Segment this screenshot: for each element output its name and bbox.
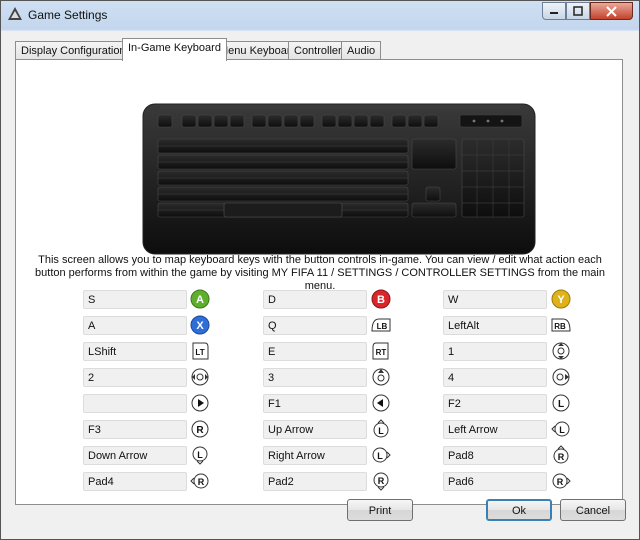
tab-display-configuration[interactable]: Display Configuration [15, 41, 132, 60]
minimize-button[interactable] [542, 2, 566, 20]
maximize-button[interactable] [566, 2, 590, 20]
b-button-icon: B [371, 289, 391, 309]
key-field-right-stick-click[interactable] [83, 420, 187, 439]
right-stick-right-icon: R [552, 473, 571, 489]
svg-text:R: R [557, 477, 564, 487]
window-title: Game Settings [28, 8, 108, 22]
x-button-icon: X [190, 315, 210, 335]
a-button-icon: A [190, 289, 210, 309]
cancel-button[interactable]: Cancel [560, 499, 626, 521]
tab-in-game-keyboard[interactable]: In-Game Keyboard [122, 38, 227, 61]
key-field-left-stick-down[interactable] [83, 446, 187, 465]
key-field-x-button[interactable] [83, 316, 187, 335]
close-icon [606, 5, 617, 17]
key-field-dpad-right[interactable] [443, 368, 547, 387]
instructions-text: This screen allows you to map keyboard k… [35, 254, 605, 292]
svg-text:Y: Y [557, 294, 565, 306]
key-field-y-button[interactable] [443, 290, 547, 309]
key-field-b-button[interactable] [263, 290, 367, 309]
key-field-left-stick-right[interactable] [263, 446, 367, 465]
svg-text:L: L [377, 451, 383, 461]
svg-text:R: R [558, 452, 565, 462]
svg-text:LB: LB [377, 322, 388, 331]
svg-text:R: R [196, 425, 204, 436]
svg-text:A: A [196, 294, 204, 306]
key-field-right-stick-left[interactable] [83, 472, 187, 491]
left-stick-down-icon: L [192, 446, 208, 465]
tab-audio[interactable]: Audio [341, 41, 382, 60]
rb-bumper-icon: RB [551, 318, 571, 332]
right-stick-click-icon: R [191, 420, 209, 438]
svg-text:L: L [378, 426, 384, 436]
app-icon [8, 7, 22, 20]
maximize-icon [573, 6, 583, 16]
key-field-left-stick-up[interactable] [263, 420, 367, 439]
key-field-dpad-left-right[interactable] [83, 368, 187, 387]
key-field-dpad-up-down[interactable] [443, 342, 547, 361]
keyboard-image [142, 103, 536, 255]
minimize-icon [550, 12, 558, 14]
key-field-rb-bumper[interactable] [443, 316, 547, 335]
dialog-client-area: Display Configuration In-Game Keyboard M… [9, 31, 631, 531]
lb-bumper-icon: LB [371, 318, 391, 332]
key-field-right-stick-down[interactable] [263, 472, 367, 491]
in-game-keyboard-panel: This screen allows you to map keyboard k… [15, 59, 623, 505]
dpad-left-right-icon [191, 368, 209, 386]
key-field-dpad-up[interactable] [263, 368, 367, 387]
key-field-start-button[interactable] [83, 394, 187, 413]
key-field-back-button[interactable] [263, 394, 367, 413]
ok-button[interactable]: Ok [486, 499, 552, 521]
key-field-right-stick-up[interactable] [443, 446, 547, 465]
key-field-lb-bumper[interactable] [263, 316, 367, 335]
left-stick-up-icon: L [373, 419, 389, 438]
svg-text:X: X [196, 320, 204, 332]
svg-text:RT: RT [376, 348, 387, 357]
key-field-left-stick-left[interactable] [443, 420, 547, 439]
game-settings-window: Game Settings Display Configuration In-G… [0, 0, 640, 540]
left-stick-click-icon: L [552, 394, 570, 412]
left-stick-left-icon: L [551, 421, 570, 437]
right-stick-up-icon: R [553, 445, 569, 464]
dpad-up-icon [372, 368, 390, 386]
svg-text:L: L [558, 399, 564, 410]
right-stick-left-icon: R [190, 473, 209, 489]
svg-text:R: R [198, 477, 205, 487]
y-button-icon: Y [551, 289, 571, 309]
dpad-right-icon [552, 368, 570, 386]
start-button-icon [191, 394, 209, 412]
key-field-left-stick-click[interactable] [443, 394, 547, 413]
dpad-up-down-icon [552, 342, 570, 360]
lt-trigger-icon: LT [192, 342, 209, 360]
close-button[interactable] [590, 2, 633, 20]
svg-text:LT: LT [195, 348, 204, 357]
key-field-a-button[interactable] [83, 290, 187, 309]
left-stick-right-icon: L [372, 447, 391, 463]
key-field-right-stick-right[interactable] [443, 472, 547, 491]
svg-text:L: L [559, 425, 565, 435]
svg-text:L: L [197, 450, 203, 460]
title-bar[interactable]: Game Settings [1, 1, 639, 29]
rt-trigger-icon: RT [372, 342, 389, 360]
right-stick-down-icon: R [373, 472, 389, 491]
svg-text:B: B [377, 294, 385, 306]
svg-text:RB: RB [554, 322, 566, 331]
back-button-icon [372, 394, 390, 412]
key-field-rt-trigger[interactable] [263, 342, 367, 361]
print-button[interactable]: Print [347, 499, 413, 521]
svg-text:R: R [378, 476, 385, 486]
tab-controller[interactable]: Controller [288, 41, 348, 60]
key-field-lt-trigger[interactable] [83, 342, 187, 361]
